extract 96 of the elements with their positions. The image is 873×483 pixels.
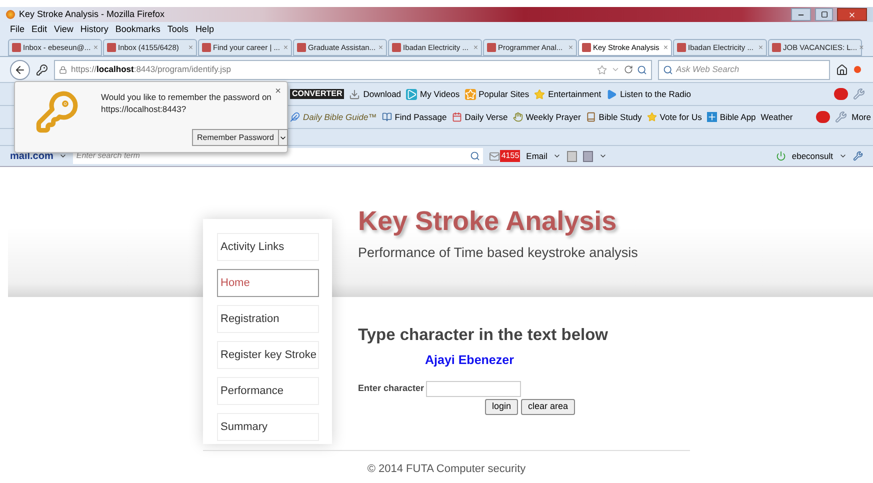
search-icon[interactable] — [637, 64, 647, 74]
tab-favicon-icon — [297, 43, 306, 52]
envelope-icon — [489, 150, 500, 162]
back-button[interactable] — [10, 60, 30, 80]
toolbar-link[interactable]: Entertainment — [548, 88, 602, 100]
star-icon — [464, 88, 476, 100]
popup-message: Would you like to remember the password on https://localhost:8443? — [101, 91, 272, 115]
tools-icon[interactable] — [834, 111, 847, 123]
menu-item[interactable]: Edit — [32, 22, 48, 36]
sidebar-link[interactable]: Activity Links — [216, 233, 318, 261]
url-field[interactable]: https://localhost:8443/program/identify.jsp — [54, 60, 652, 80]
addon-icon[interactable] — [854, 66, 861, 73]
bookmark-star-icon[interactable] — [597, 64, 607, 74]
footer-text: © 2014 FUTA Computer security — [367, 462, 526, 477]
toolbar-link[interactable]: Weekly Prayer — [526, 110, 581, 124]
field-label: Enter character — [358, 382, 424, 395]
mail-logo[interactable]: mail.com — [10, 148, 54, 164]
power-icon[interactable] — [776, 151, 786, 161]
tab-favicon-icon — [677, 43, 686, 52]
toolbar-link[interactable]: Bible Study — [598, 110, 642, 124]
tab-favicon-icon — [582, 43, 591, 52]
back-arrow-icon — [14, 64, 26, 76]
book-icon — [586, 112, 596, 122]
home-icon[interactable] — [836, 64, 848, 76]
tab-favicon-icon — [392, 43, 401, 52]
play-icon — [406, 88, 418, 100]
sidebar-link[interactable]: Home — [216, 269, 318, 297]
sidebar-link[interactable]: Summary — [216, 413, 318, 441]
site-title: Key Stroke Analysis — [358, 205, 618, 238]
lock-icon — [59, 66, 67, 74]
caret-icon[interactable] — [59, 152, 68, 160]
menu-item[interactable]: File — [10, 22, 25, 36]
toolbar-link[interactable]: Find Passage — [394, 110, 447, 124]
play-icon — [606, 88, 618, 100]
menu-item[interactable]: View — [54, 22, 74, 36]
search-icon[interactable] — [470, 151, 480, 161]
key-icon — [35, 90, 79, 134]
user-menu[interactable]: ebeconsult — [792, 150, 833, 162]
maximize-button[interactable] — [815, 8, 833, 21]
toolbar-link[interactable]: Daily Verse — [464, 110, 508, 124]
user-name: Ajayi Ebenezer — [425, 352, 515, 369]
maximize-icon — [820, 11, 828, 18]
caret-icon[interactable] — [553, 152, 562, 160]
form-button[interactable]: login — [485, 398, 518, 415]
sidebar-link[interactable]: Register key Stroke — [216, 341, 318, 369]
menu-item[interactable]: History — [80, 22, 108, 36]
menu-item[interactable]: Bookmarks — [115, 22, 160, 36]
sidebar-link[interactable]: Registration — [216, 305, 318, 333]
caret-icon[interactable] — [839, 152, 847, 160]
sidebar-link[interactable]: Performance — [216, 377, 318, 405]
cross-icon — [706, 112, 717, 122]
form-button[interactable]: clear area — [521, 398, 576, 415]
calendar-icon — [452, 112, 462, 122]
toolbar-link[interactable]: Vote for Us — [660, 110, 702, 124]
book-icon — [382, 112, 392, 122]
email-menu[interactable]: Email — [526, 150, 548, 162]
tab-favicon-icon — [202, 43, 211, 52]
feather-icon — [290, 112, 300, 122]
converter-logo[interactable]: CONVERTER — [290, 89, 344, 99]
star-icon — [534, 88, 546, 100]
search-icon — [663, 64, 673, 74]
toolbar-link[interactable]: Listen to the Radio — [620, 88, 691, 100]
url-text: https://localhost:8443/program/identify.jsp — [71, 63, 232, 76]
toolbar-link[interactable]: My Videos — [420, 88, 460, 100]
reload-icon[interactable] — [624, 65, 633, 74]
tab-favicon-icon — [107, 43, 116, 52]
close-icon — [848, 10, 856, 18]
tools-icon[interactable] — [853, 88, 865, 100]
toolbar-link[interactable]: Weather — [760, 110, 793, 124]
mail-count-badge: 4155 — [500, 150, 520, 162]
menu-item[interactable]: Help — [195, 22, 214, 36]
menu-item[interactable]: Tools — [167, 22, 188, 36]
toolbar-link[interactable]: Download — [363, 88, 402, 100]
toolbar-link[interactable]: Daily Bible Guide™ — [303, 110, 377, 124]
key-icon[interactable] — [36, 64, 48, 76]
remember-password-button[interactable]: Remember Password — [192, 129, 279, 146]
close-button[interactable] — [837, 8, 867, 21]
popup-close-icon[interactable]: × — [275, 84, 281, 99]
toolbar-link[interactable]: Bible App — [720, 110, 756, 124]
tab-favicon-icon — [487, 43, 496, 52]
dropdown-icon[interactable] — [611, 65, 620, 74]
star-icon — [646, 112, 657, 122]
caret-icon[interactable] — [599, 152, 608, 160]
tab-favicon-icon — [12, 43, 21, 52]
more-link[interactable]: More — [852, 110, 871, 124]
tab-close-icon[interactable]: × — [663, 42, 668, 54]
download-icon — [349, 88, 360, 100]
site-subtitle: Performance of Time based keystroke analysis — [358, 244, 638, 262]
toolbar-link[interactable]: Popular Sites — [478, 88, 530, 100]
wrench-icon[interactable] — [853, 151, 863, 161]
window-title: Key Stroke Analysis - Mozilla Firefox — [19, 8, 165, 21]
firefox-logo-icon — [6, 10, 15, 19]
tab-favicon-icon — [772, 43, 781, 52]
character-input[interactable] — [426, 380, 522, 397]
hand-icon — [512, 112, 523, 122]
section-heading: Type character in the text below — [358, 325, 610, 346]
